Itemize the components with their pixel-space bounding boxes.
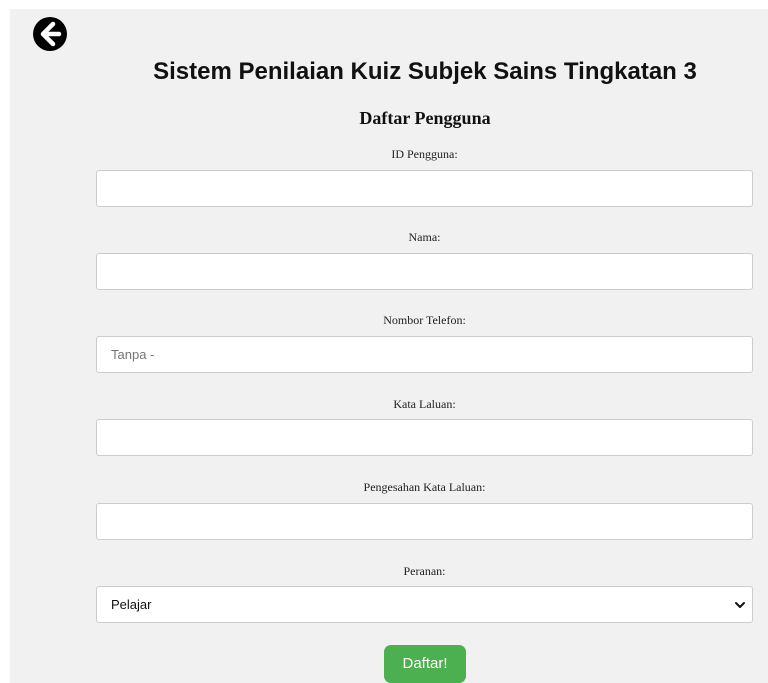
role-select-value: Pelajar [111, 597, 152, 612]
app-title: Sistem Penilaian Kuiz Subjek Sains Tingk… [153, 58, 697, 85]
phone-number-input[interactable] [96, 336, 753, 373]
user-id-input[interactable] [96, 170, 753, 207]
confirm-password-input[interactable] [96, 503, 753, 540]
back-button[interactable] [30, 14, 70, 54]
form-heading: Daftar Pengguna [359, 108, 491, 128]
phone-number-label: Nombor Telefon: [383, 313, 466, 327]
password-input[interactable] [96, 419, 753, 456]
arrow-circle-left-icon [33, 17, 67, 51]
password-label: Kata Laluan: [393, 397, 456, 411]
role-label: Peranan: [403, 564, 446, 578]
chevron-down-icon [735, 602, 745, 608]
name-input[interactable] [96, 253, 753, 290]
user-id-label: ID Pengguna: [391, 147, 458, 161]
confirm-password-label: Pengesahan Kata Laluan: [363, 480, 486, 494]
page: Sistem Penilaian Kuiz Subjek Sains Tingk… [0, 0, 768, 683]
role-select[interactable]: Pelajar [96, 586, 753, 623]
register-button[interactable]: Daftar! [384, 645, 466, 683]
name-label: Nama: [408, 230, 441, 244]
